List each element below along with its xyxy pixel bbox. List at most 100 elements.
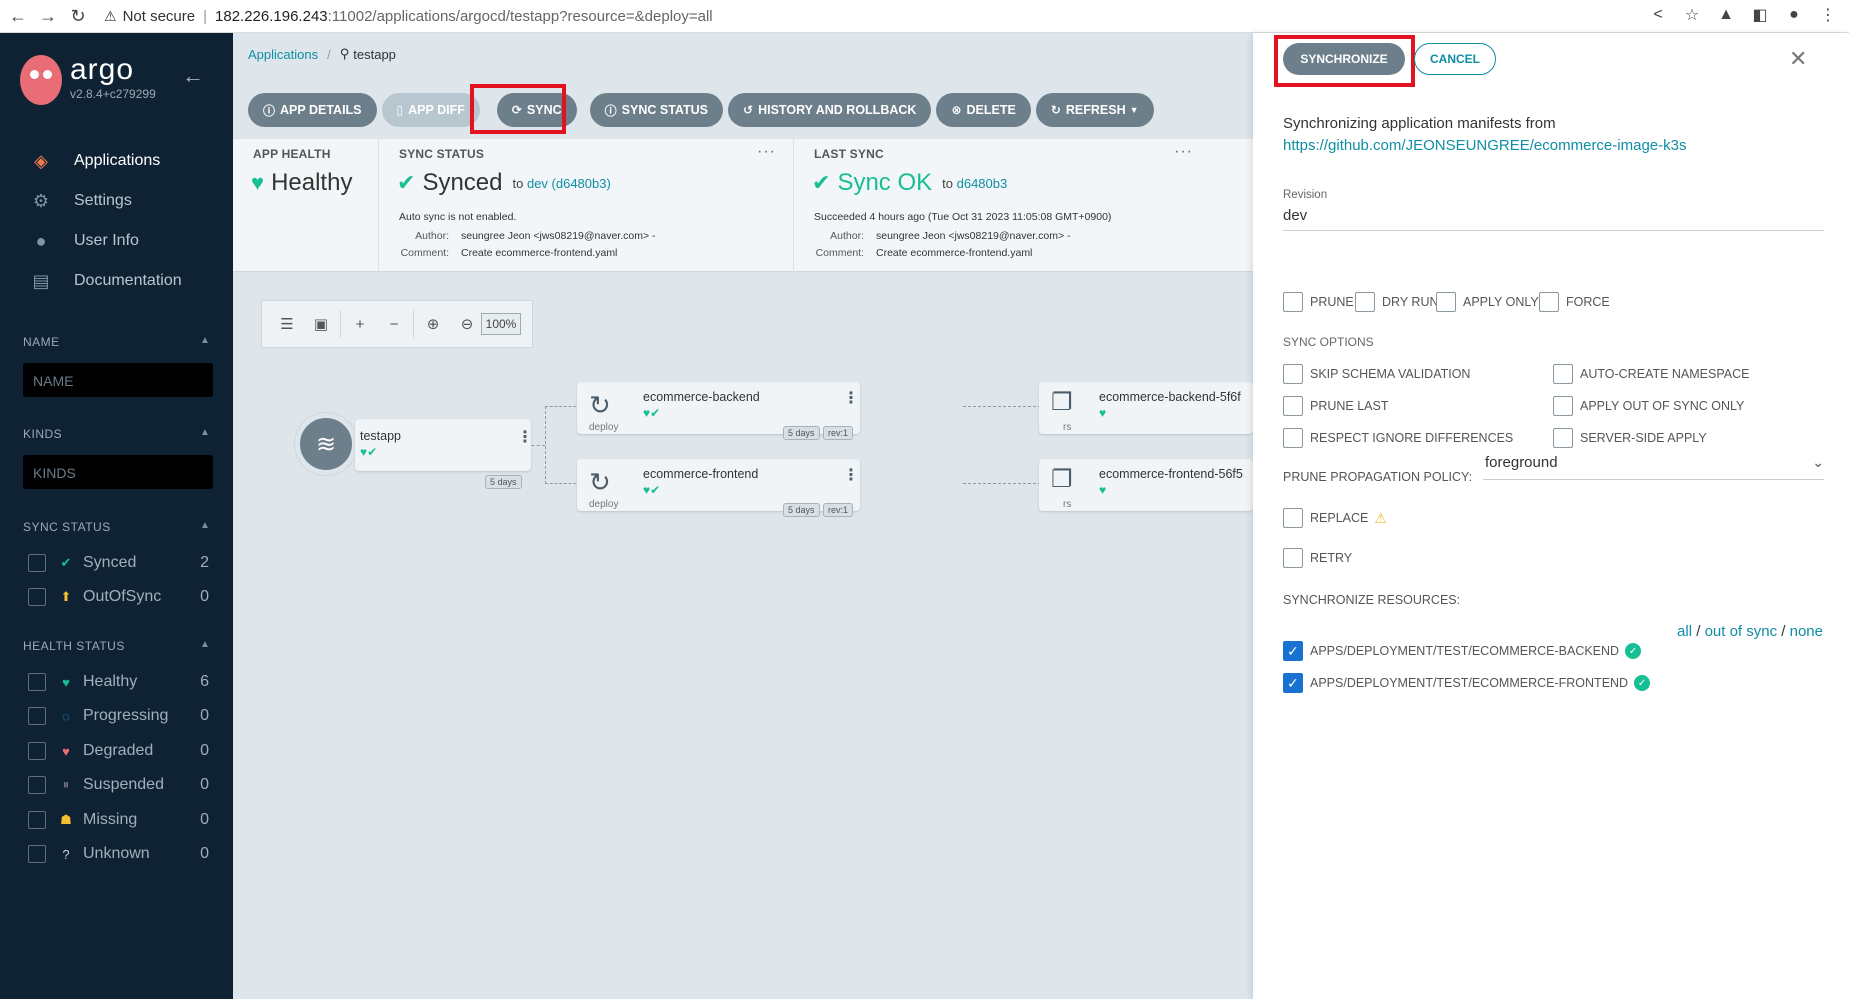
kinds-filter-input[interactable]: KINDS: [23, 455, 213, 489]
checkbox[interactable]: [1553, 396, 1573, 416]
zoom-in-icon[interactable]: ⊕: [416, 310, 450, 338]
checkbox[interactable]: [1283, 396, 1303, 416]
sidebar-item-user-info[interactable]: ● User Info: [0, 221, 233, 261]
app-node[interactable]: testapp ♥✔ ⋮ 5 days: [355, 419, 533, 489]
checkbox[interactable]: [1539, 292, 1559, 312]
forward-icon[interactable]: →: [36, 4, 60, 28]
revision-input[interactable]: dev: [1283, 201, 1824, 231]
checkbox[interactable]: [28, 742, 46, 760]
filter-outofsync[interactable]: ⬆ OutOfSync 0: [28, 586, 213, 608]
collapse-icon[interactable]: −: [377, 310, 411, 338]
option-apply-out-of-sync-only[interactable]: APPLY OUT OF SYNC ONLY: [1553, 396, 1744, 416]
fit-view-icon[interactable]: ▣: [304, 310, 338, 338]
checkbox[interactable]: [1436, 292, 1456, 312]
option-skip-schema-validation[interactable]: SKIP SCHEMA VALIDATION: [1283, 364, 1470, 384]
name-filter-input[interactable]: NAME: [23, 363, 213, 397]
checkbox[interactable]: [28, 845, 46, 863]
sync-status-button[interactable]: ⓘ SYNC STATUS: [589, 93, 724, 127]
option-prune[interactable]: PRUNE: [1283, 292, 1354, 312]
menu-icon[interactable]: ⋮: [1817, 4, 1839, 26]
cancel-button[interactable]: CANCEL: [1414, 43, 1496, 75]
checkbox[interactable]: [1283, 364, 1303, 384]
checkbox[interactable]: [28, 554, 46, 572]
option-respect-ignore-differences[interactable]: RESPECT IGNORE DIFFERENCES: [1283, 428, 1513, 448]
checkbox[interactable]: [1283, 428, 1303, 448]
rs-node-frontend[interactable]: ❐ rs ecommerce-frontend-56f5 ♥: [1039, 459, 1253, 511]
checkbox[interactable]: [28, 811, 46, 829]
last-sync-revision-link[interactable]: d6480b3: [957, 176, 1008, 191]
option-server-side-apply[interactable]: SERVER-SIDE APPLY: [1553, 428, 1707, 448]
profile-icon[interactable]: ●: [1783, 4, 1805, 26]
history-rollback-button[interactable]: ↺ HISTORY AND ROLLBACK: [728, 93, 932, 127]
option-apply-only[interactable]: APPLY ONLY: [1436, 292, 1539, 312]
zoom-out-icon[interactable]: ⊖: [450, 310, 484, 338]
app-details-button[interactable]: ⓘ APP DETAILS: [248, 93, 377, 127]
sidepanel-icon[interactable]: ◧: [1749, 4, 1771, 26]
sync-revision-link[interactable]: dev (d6480b3): [527, 176, 611, 191]
option-auto-create-namespace[interactable]: AUTO-CREATE NAMESPACE: [1553, 364, 1749, 384]
caret-up-icon[interactable]: ▲: [200, 335, 210, 346]
checkbox-checked[interactable]: ✓: [1283, 673, 1303, 693]
filter-healthy[interactable]: ♥ Healthy 6: [28, 671, 213, 693]
checkbox[interactable]: [1355, 292, 1375, 312]
deploy-node-frontend[interactable]: ↻ deploy ecommerce-frontend ♥✔ ⋮ 5 days …: [577, 459, 860, 517]
app-node-icon[interactable]: ≋: [295, 413, 357, 475]
option-force[interactable]: FORCE: [1539, 292, 1610, 312]
delete-button[interactable]: ⊗ DELETE: [936, 93, 1031, 127]
checkbox[interactable]: [1283, 292, 1303, 312]
filter-synced[interactable]: ✔ Synced 2: [28, 552, 213, 574]
collapse-arrow-icon[interactable]: ←: [182, 63, 204, 89]
lab-icon[interactable]: ▲: [1715, 4, 1737, 26]
sidebar-item-applications[interactable]: ◈ Applications: [0, 141, 233, 181]
checkbox[interactable]: [1553, 364, 1573, 384]
argo-logo[interactable]: argo v2.8.4+c279299: [20, 55, 156, 105]
deploy-node-backend[interactable]: ↻ deploy ecommerce-backend ♥✔ ⋮ 5 days r…: [577, 382, 860, 440]
select-all-link[interactable]: all: [1677, 623, 1692, 640]
filter-unknown[interactable]: ? Unknown 0: [28, 843, 213, 865]
rs-node-backend[interactable]: ❐ rs ecommerce-backend-5f6f ♥: [1039, 382, 1253, 434]
address-bar[interactable]: ⚠ Not secure | 182.226.196.243:11002/app…: [104, 8, 713, 25]
resource-ecommerce-backend[interactable]: ✓ APPS/DEPLOYMENT/TEST/ECOMMERCE-BACKEND ✓: [1283, 641, 1642, 661]
expand-icon[interactable]: +: [343, 310, 377, 338]
node-menu-icon[interactable]: ⋮: [517, 430, 533, 446]
back-icon[interactable]: ←: [6, 4, 30, 28]
option-dry-run[interactable]: DRY RUN: [1355, 292, 1439, 312]
tree-view-icon[interactable]: ☰: [270, 310, 304, 338]
caret-up-icon[interactable]: ▲: [200, 520, 210, 531]
share-icon[interactable]: <: [1647, 4, 1669, 26]
resource-ecommerce-frontend[interactable]: ✓ APPS/DEPLOYMENT/TEST/ECOMMERCE-FRONTEND…: [1283, 673, 1651, 693]
checkbox[interactable]: [1283, 508, 1303, 528]
checkbox[interactable]: [1283, 548, 1303, 568]
refresh-button[interactable]: ↻ REFRESH ▼: [1035, 93, 1154, 127]
caret-up-icon[interactable]: ▲: [200, 427, 210, 438]
option-prune-last[interactable]: PRUNE LAST: [1283, 396, 1389, 416]
caret-up-icon[interactable]: ▲: [200, 639, 210, 650]
star-icon[interactable]: ☆: [1681, 4, 1703, 26]
more-icon[interactable]: ···: [757, 143, 776, 161]
node-menu-icon[interactable]: ⋮: [843, 391, 859, 407]
zoom-level[interactable]: 100%: [480, 313, 522, 335]
filter-progressing[interactable]: ◌ Progressing 0: [28, 705, 213, 727]
breadcrumb-applications[interactable]: Applications: [248, 47, 318, 62]
more-icon[interactable]: ···: [1174, 143, 1193, 161]
checkbox[interactable]: [28, 776, 46, 794]
option-retry[interactable]: RETRY: [1283, 548, 1352, 568]
sidebar-item-documentation[interactable]: ▤ Documentation: [0, 261, 233, 301]
app-diff-button[interactable]: ▯ APP DIFF: [381, 93, 480, 127]
checkbox-checked[interactable]: ✓: [1283, 641, 1303, 661]
repo-url-link[interactable]: https://github.com/JEONSEUNGREE/ecommerc…: [1283, 137, 1686, 154]
node-menu-icon[interactable]: ⋮: [843, 468, 859, 484]
option-replace[interactable]: REPLACE ⚠: [1283, 508, 1387, 528]
checkbox[interactable]: [28, 707, 46, 725]
close-icon[interactable]: ✕: [1789, 46, 1807, 72]
filter-suspended[interactable]: ⏸ Suspended 0: [28, 774, 213, 796]
filter-missing[interactable]: ☗ Missing 0: [28, 809, 213, 831]
reload-icon[interactable]: ↻: [66, 4, 90, 28]
select-none-link[interactable]: none: [1790, 623, 1823, 640]
filter-degraded[interactable]: ♥ Degraded 0: [28, 740, 213, 762]
checkbox[interactable]: [1553, 428, 1573, 448]
prune-policy-select[interactable]: foreground ⌄: [1483, 448, 1824, 480]
select-out-of-sync-link[interactable]: out of sync: [1705, 623, 1778, 640]
sidebar-item-settings[interactable]: ⚙ Settings: [0, 181, 233, 221]
checkbox[interactable]: [28, 588, 46, 606]
